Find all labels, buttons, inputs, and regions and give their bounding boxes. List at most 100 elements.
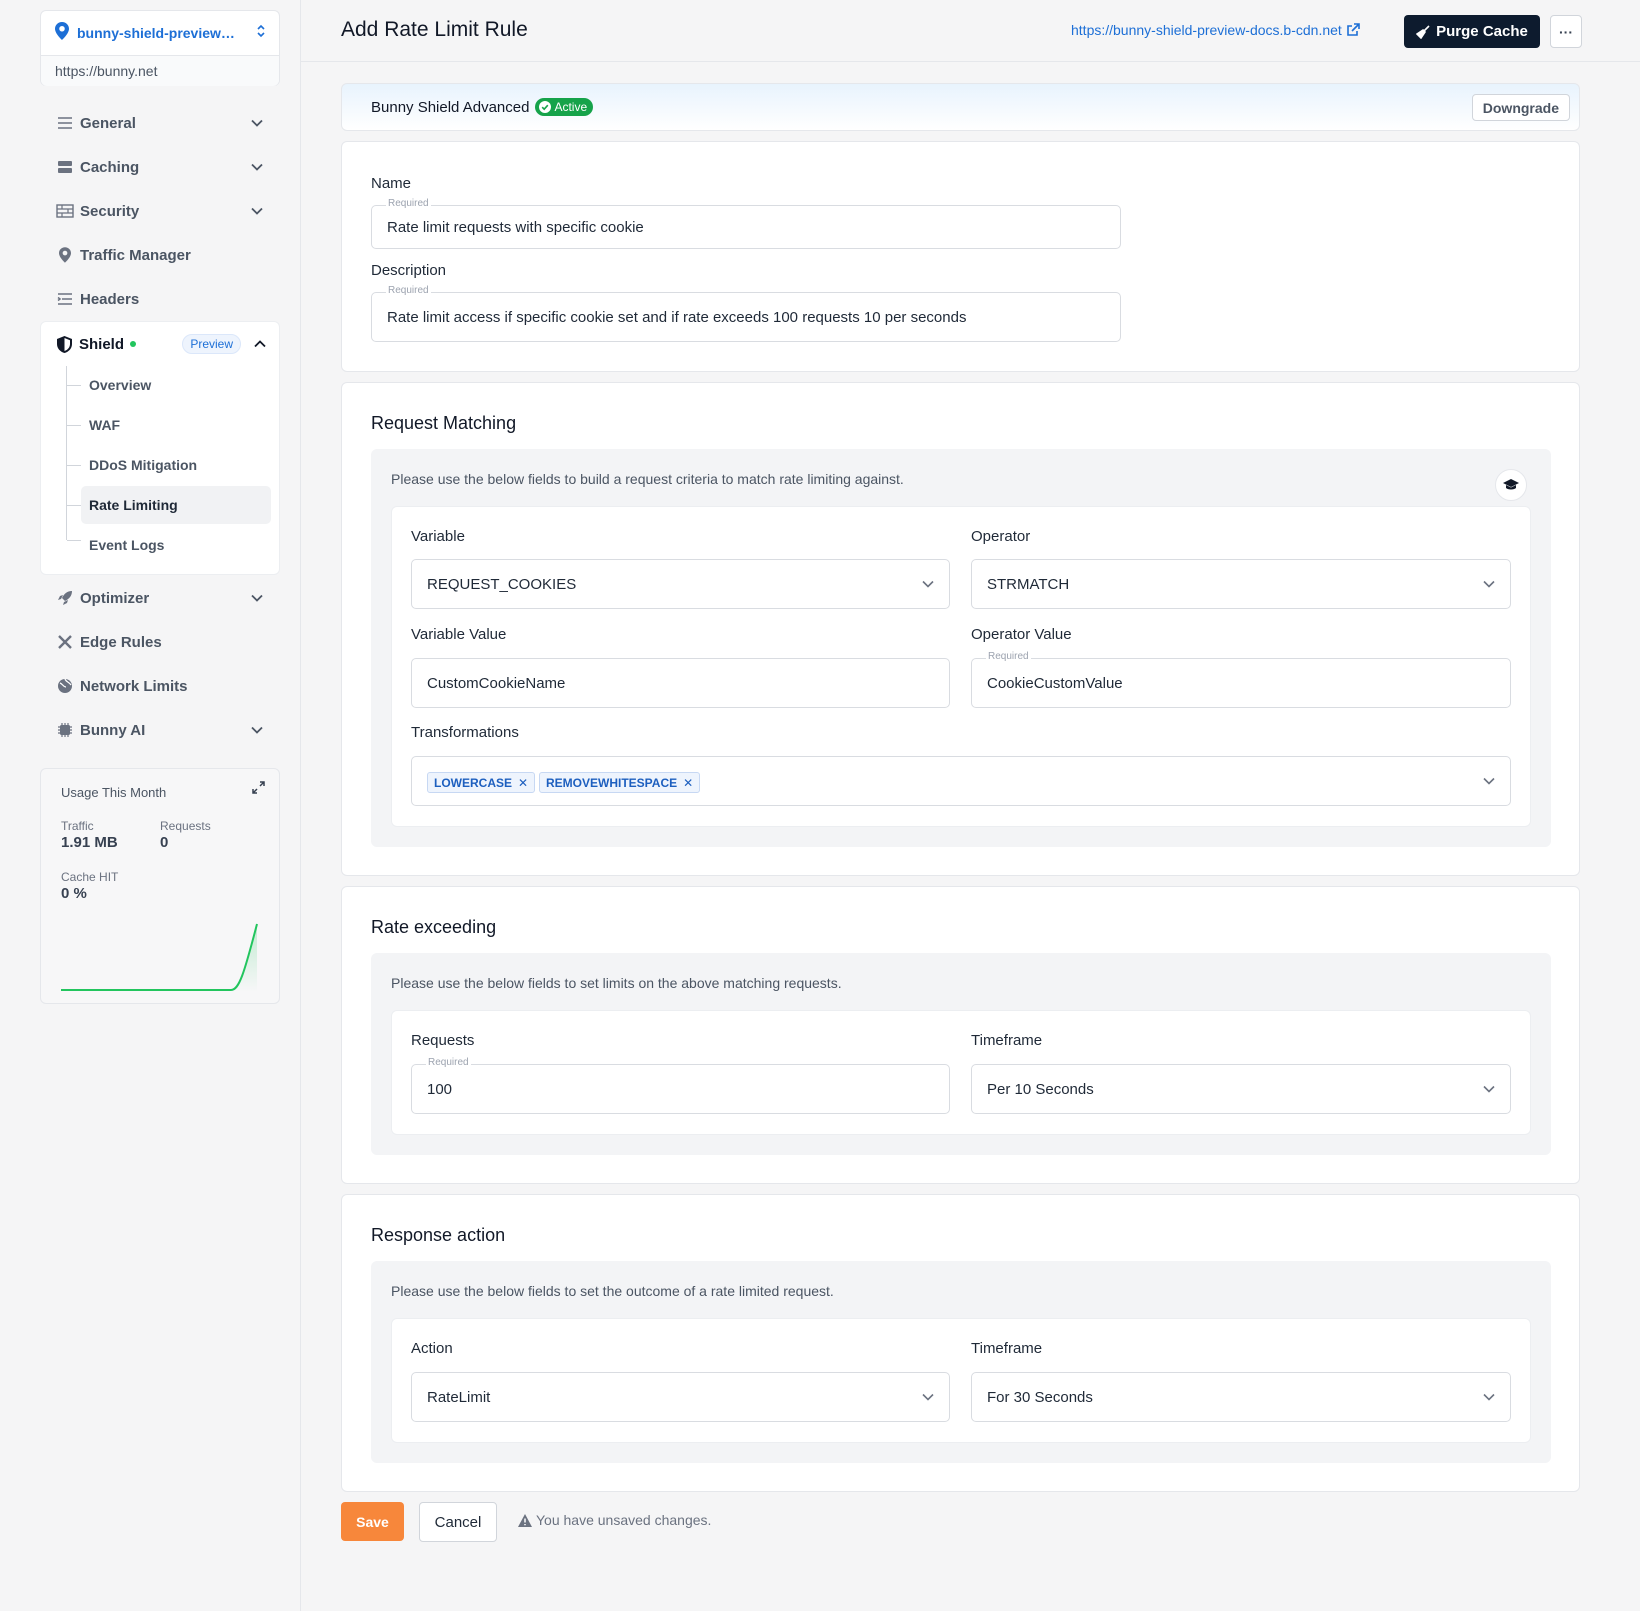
usage-sparkline — [61, 923, 258, 992]
close-icon[interactable]: ✕ — [683, 776, 693, 790]
chevron-down-icon — [1483, 1085, 1495, 1093]
cache-hit-label: Cache HIT — [61, 870, 119, 884]
chevron-up-icon[interactable] — [253, 337, 267, 351]
sidebar-item-network-limits[interactable]: Network Limits — [40, 666, 280, 706]
requests-value: 0 — [160, 834, 169, 851]
operator-value-input-value: CookieCustomValue — [987, 674, 1123, 692]
operator-select[interactable]: STRMATCH — [971, 559, 1511, 609]
sidebar-subitem-overview[interactable]: Overview — [81, 366, 271, 404]
sidebar-item-edge-rules[interactable]: Edge Rules — [40, 622, 280, 662]
tools-icon — [56, 633, 74, 651]
map-pin-icon — [56, 246, 74, 264]
server-icon — [56, 158, 74, 176]
sidebar-item-label: Shield — [79, 335, 125, 353]
sidebar-item-general[interactable]: General — [40, 103, 280, 143]
sidebar-subitem-ddos-mitigation[interactable]: DDoS Mitigation — [81, 446, 271, 484]
sidebar-item-caching[interactable]: Caching — [40, 147, 280, 187]
zone-url: https://bunny.net — [41, 56, 279, 86]
variable-select[interactable]: REQUEST_COOKIES — [411, 559, 950, 609]
general-card: Name Required Rate limit requests with s… — [341, 141, 1580, 372]
sidebar-item-traffic-manager[interactable]: Traffic Manager — [40, 235, 280, 275]
zone-selector-top[interactable]: bunny-shield-preview… — [41, 11, 279, 56]
name-label: Name — [371, 175, 412, 192]
chevron-down-icon[interactable] — [250, 591, 264, 605]
sidebar-item-shield[interactable]: Shield Preview — [41, 322, 281, 366]
rate-timeframe-select[interactable]: Per 10 Seconds — [971, 1064, 1511, 1114]
required-tag: Required — [986, 651, 1031, 662]
sidebar-item-security[interactable]: Security — [40, 191, 280, 231]
variable-value-label: Variable Value — [411, 626, 507, 643]
chevron-down-icon[interactable] — [250, 204, 264, 218]
sidebar-subitem-event-logs[interactable]: Event Logs — [81, 526, 271, 564]
required-tag: Required — [386, 198, 431, 209]
rate-timeframe-value: Per 10 Seconds — [987, 1080, 1094, 1098]
close-icon[interactable]: ✕ — [518, 776, 528, 790]
plan-name-row: Bunny Shield Advanced Active — [371, 98, 594, 116]
status-dot — [130, 341, 137, 347]
sidebar-item-label: Security — [80, 202, 140, 220]
chevron-down-icon[interactable] — [250, 723, 264, 737]
name-input[interactable]: Required Rate limit requests with specif… — [371, 198, 1121, 249]
variable-value-input[interactable]: CustomCookieName — [411, 658, 950, 708]
operator-value-input[interactable]: Required CookieCustomValue — [971, 651, 1511, 708]
required-tag: Required — [386, 285, 431, 296]
usage-panel: Usage This Month Traffic 1.91 MB Request… — [40, 768, 280, 1004]
description-label: Description — [371, 262, 447, 279]
check-circle-icon — [539, 101, 552, 113]
more-options-button[interactable]: ··· — [1550, 15, 1582, 48]
chevron-updown-icon[interactable] — [255, 23, 267, 44]
plan-banner: Bunny Shield Advanced Active Downgrade — [341, 83, 1580, 131]
chevron-down-icon — [1483, 580, 1495, 588]
action-label: Action — [411, 1340, 453, 1357]
sidebar-item-label: Caching — [80, 158, 140, 176]
sidebar-subitem-waf[interactable]: WAF — [81, 406, 271, 444]
response-action-hint: Please use the below fields to set the o… — [391, 1283, 834, 1299]
request-matching-card: Request Matching Please use the below fi… — [341, 382, 1580, 876]
downgrade-button[interactable]: Downgrade — [1471, 94, 1570, 121]
name-input-value: Rate limit requests with specific cookie — [387, 218, 644, 236]
response-timeframe-value: For 30 Seconds — [987, 1388, 1093, 1406]
menu-lines-icon — [56, 114, 74, 132]
variable-select-value: REQUEST_COOKIES — [427, 575, 577, 593]
traffic-value: 1.91 MB — [61, 834, 118, 851]
graduation-cap-icon[interactable] — [1495, 469, 1527, 501]
request-matching-hint: Please use the below fields to build a r… — [391, 471, 904, 487]
subtree-tick — [67, 540, 81, 541]
save-button[interactable]: Save — [341, 1502, 404, 1541]
description-input[interactable]: Required Rate limit access if specific c… — [371, 285, 1121, 342]
top-bar: Add Rate Limit Rule https://bunny-shield… — [301, 0, 1640, 62]
sidebar-item-label: Headers — [80, 290, 140, 308]
requests-input[interactable]: Required 100 — [411, 1057, 950, 1114]
purge-cache-button[interactable]: Purge Cache — [1404, 15, 1540, 48]
timeframe-label: Timeframe — [971, 1340, 1043, 1357]
action-select[interactable]: RateLimit — [411, 1372, 950, 1422]
chevron-down-icon[interactable] — [250, 116, 264, 130]
action-select-value: RateLimit — [427, 1388, 491, 1406]
external-link-icon — [1346, 23, 1360, 37]
chevron-down-icon[interactable] — [250, 160, 264, 174]
sidebar-item-bunny-ai[interactable]: Bunny AI — [40, 710, 280, 750]
chevron-down-icon — [1483, 777, 1495, 785]
expand-icon[interactable] — [252, 781, 265, 794]
response-action-box: Please use the below fields to set the o… — [371, 1261, 1551, 1463]
sidebar-item-label: Network Limits — [80, 677, 188, 695]
transformations-label: Transformations — [411, 724, 519, 741]
response-action-form: Action RateLimit Timeframe For 30 Second… — [391, 1318, 1531, 1443]
cancel-button[interactable]: Cancel — [419, 1502, 497, 1542]
rate-exceeding-hint: Please use the below fields to set limit… — [391, 975, 842, 991]
transformations-multiselect[interactable]: LOWERCASE ✕ REMOVEWHITESPACE ✕ — [411, 756, 1511, 806]
sidebar-item-optimizer[interactable]: Optimizer — [40, 578, 280, 618]
sidebar-item-headers[interactable]: Headers — [40, 279, 280, 319]
warning-icon — [518, 1513, 532, 1527]
zone-selector[interactable]: bunny-shield-preview… https://bunny.net — [40, 10, 280, 86]
rate-exceeding-card: Rate exceeding Please use the below fiel… — [341, 886, 1580, 1184]
rate-exceeding-box: Please use the below fields to set limit… — [371, 953, 1551, 1155]
response-timeframe-select[interactable]: For 30 Seconds — [971, 1372, 1511, 1422]
docs-link-text[interactable]: https://bunny-shield-preview-docs.b-cdn.… — [1071, 22, 1342, 38]
chevron-down-icon — [1483, 1393, 1495, 1401]
docs-link[interactable]: https://bunny-shield-preview-docs.b-cdn.… — [1071, 22, 1360, 38]
rate-exceeding-form: Requests Required 100 Timeframe Per 10 S… — [391, 1010, 1531, 1135]
rocket-icon — [56, 589, 74, 607]
response-action-card: Response action Please use the below fie… — [341, 1194, 1580, 1492]
sidebar-subitem-rate-limiting[interactable]: Rate Limiting — [81, 486, 271, 524]
